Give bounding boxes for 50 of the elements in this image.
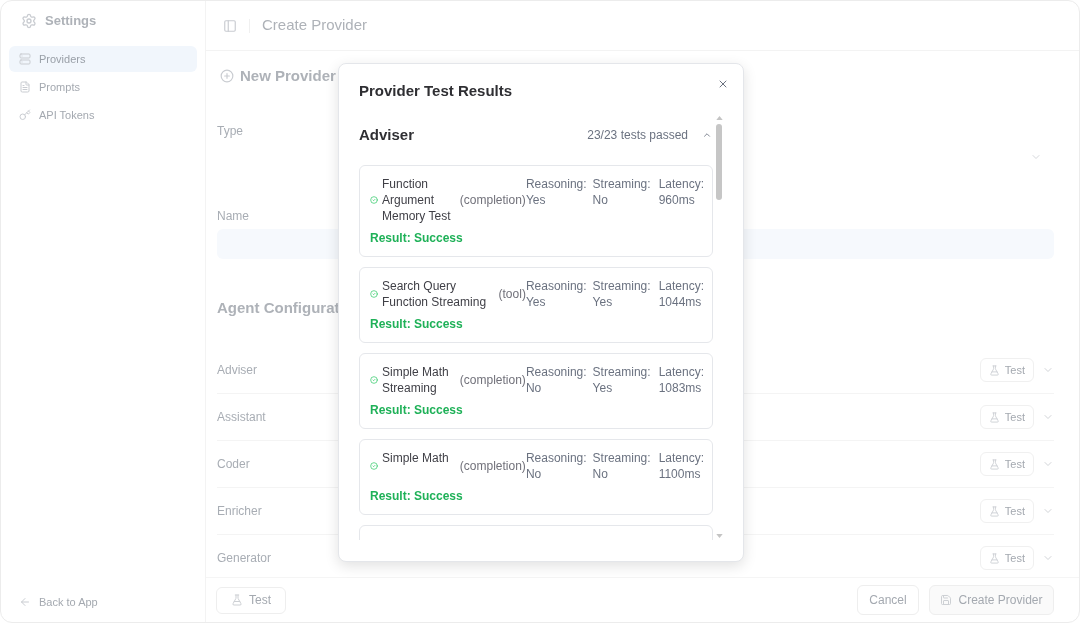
test-result: Result: Success [370, 316, 463, 332]
stat-value: No [525, 466, 542, 482]
stat-label: Latency: [658, 450, 704, 466]
test-type: (completion) [459, 192, 526, 208]
stat-label: Reasoning: [525, 364, 587, 380]
stat-label: Latency: [658, 176, 704, 192]
section-title: New Provider [240, 65, 336, 86]
section-title: Agent Configurat [217, 299, 340, 317]
page-title: Create Provider [262, 15, 368, 36]
stat-label: Latency: [658, 278, 704, 294]
stat-value: 1100ms [658, 466, 701, 482]
stat-value: No [592, 466, 608, 482]
stat-value: No [525, 380, 542, 396]
test-summary: 23/23 tests passed [587, 127, 688, 144]
stat-label: Reasoning: [525, 278, 587, 293]
stat-value: No [592, 192, 608, 208]
stat-value: Yes [592, 380, 613, 396]
agent-name: Coder [217, 456, 250, 473]
agent-name: Adviser [217, 362, 257, 379]
test-name: Simple Math Streaming [382, 364, 450, 396]
stat-value: 960ms [658, 192, 695, 208]
stat-label: Reasoning: [525, 450, 587, 466]
test-type: (tool) [498, 286, 526, 301]
stat-value: Yes [525, 295, 546, 310]
test-result: Result: Success [370, 488, 463, 504]
stat-value: Yes [525, 192, 546, 208]
stat-label: Streaming: [592, 278, 651, 294]
agent-name: Assistant [217, 409, 266, 426]
test-name: Simple Math [382, 450, 450, 466]
test-name: Function Argument Memory Test [382, 176, 452, 224]
agent-name: Enricher [217, 503, 262, 520]
test-name: Search Query Function Streaming [382, 278, 488, 310]
stat-value: Yes [592, 294, 613, 310]
stat-label: Streaming: [592, 364, 651, 380]
agent-name: Generator [217, 550, 272, 567]
stat-label: Streaming: [592, 450, 651, 466]
dialog-title: Provider Test Results [359, 81, 513, 101]
test-result: Result: Success [370, 230, 463, 246]
group-title: Adviser [359, 124, 415, 145]
stat-value: 1083ms [658, 380, 702, 396]
field-label: Name [217, 209, 249, 223]
test-type: (completion) [459, 372, 526, 388]
test-type: (completion) [459, 458, 526, 474]
sidebar-title: Settings [45, 12, 97, 31]
stat-label: Reasoning: [525, 176, 587, 192]
stat-label: Streaming: [592, 176, 651, 192]
stat-value: 1044ms [658, 294, 702, 310]
field-label: Type [217, 124, 243, 138]
stat-label: Latency: [658, 364, 704, 380]
test-result: Result: Success [370, 402, 463, 418]
